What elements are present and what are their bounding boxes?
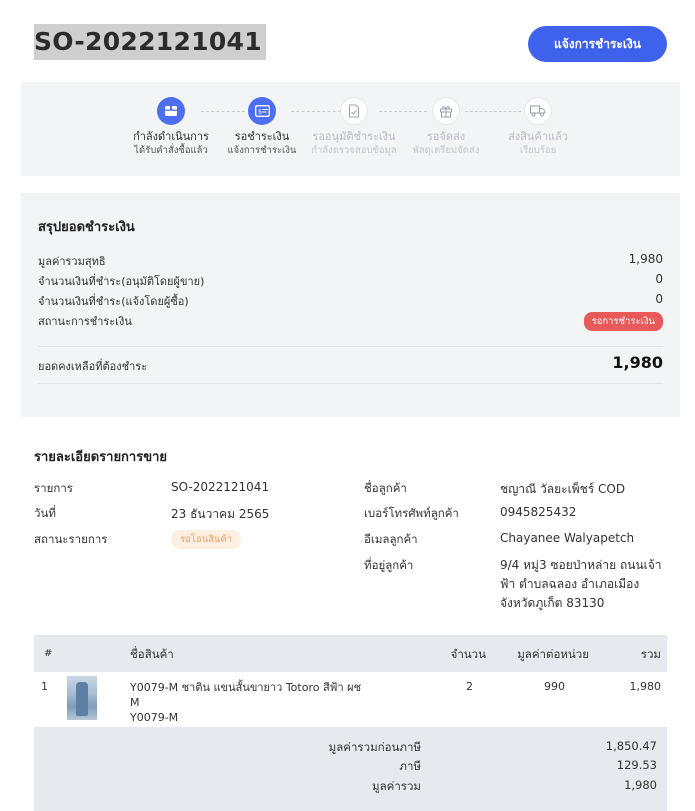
step-sublabel: เรียบร้อย [519,145,557,156]
row-index: 1 [41,680,48,693]
step-awaiting-shipment: รอจัดส่ง พัสดุเตรียมจัดส่ง [396,97,496,157]
col-total-header: รวม [640,647,661,661]
customer-name-label: ชื่อลูกค้า [364,481,407,495]
col-qty-header: จำนวน [450,647,486,661]
step-sublabel: พัสดุเตรียมจัดส่ง [412,145,480,156]
row-unit-price: 990 [544,680,565,693]
net-total-value: 1,980 [628,252,663,266]
paid-seller-label: จำนวนเงินที่ชำระ(อนุมัติโดยผู้ขาย) [38,275,205,288]
product-sku: Y0079-M [130,711,179,724]
step-label: กำลังดำเนินการ [133,130,209,143]
address-value: 9/4 หมู่3 ซอยป่าหล่าย ถนนเจ้าฟ้า ตำบลฉลอ… [500,558,662,610]
net-total-label: มูลค่ารวมสุทธิ [38,255,106,268]
col-index-header: # [44,648,53,659]
sale-details-title: รายละเอียดรายการขาย [34,450,168,465]
row-total: 1,980 [629,680,662,693]
subtotal-label: มูลค่ารวมก่อนภาษี [328,740,421,754]
step-label: รอชำระเงิน [234,130,290,143]
items-table-header: # ชื่อสินค้า จำนวน มูลค่าต่อหน่วย รวม [34,635,667,672]
payment-summary-panel: สรุปยอดชำระเงิน มูลค่ารวมสุทธิ 1,980 จำน… [21,193,680,417]
product-thumbnail[interactable] [67,676,97,720]
paid-seller-value: 0 [655,272,663,286]
document-check-icon [340,97,368,125]
grand-total-value: 1,980 [624,778,657,792]
totals-section: มูลค่ารวมก่อนภาษี 1,850.47 ภาษี 129.53 ม… [34,727,667,811]
balance-label: ยอดคงเหลือที่ต้องชำระ [38,360,148,373]
date-value: 23 ธันวาคม 2565 [171,507,270,521]
notify-payment-button[interactable]: แจ้งการชำระเงิน [528,26,667,62]
date-label: วันที่ [34,506,56,520]
summary-title: สรุปยอดชำระเงิน [38,220,135,235]
table-row: 1 Y0079-M ชาติน แขนสั้นขายาว Totoro สีฟ้… [34,672,667,727]
delivery-truck-icon [524,97,552,125]
email-value: Chayanee Walyapetch [500,531,635,545]
paid-buyer-row: จำนวนเงินที่ชำระ(แจ้งโดยผู้ซื้อ) 0 [38,289,663,309]
customer-name-value: ชญาณี วัลยะเพ็ชร์ COD [500,482,626,496]
payment-status-row: สถานะการชำระเงิน รอการชำระเงิน [38,309,663,331]
gift-box-icon [432,97,460,125]
step-awaiting-approval: รออนุมัติชำระเงิน กำลังตรวจสอบข้อมูล [304,97,404,157]
paid-seller-row: จำนวนเงินที่ชำระ(อนุมัติโดยผู้ขาย) 0 [38,269,663,289]
order-status-stepper: กำลังดำเนินการ ได้รับคำสั่งซื้อแล้ว $ รอ… [21,82,680,176]
order-number-title: SO-2022121041 [34,24,266,60]
order-status-label: สถานะรายการ [34,532,108,546]
step-shipped: ส่งสินค้าแล้ว เรียบร้อย [488,97,588,157]
subtotal-value: 1,850.47 [605,739,657,753]
item-label: รายการ [34,481,73,495]
divider [38,346,663,347]
tax-value: 129.53 [616,758,657,772]
step-sublabel: กำลังตรวจสอบข้อมูล [311,145,397,156]
email-label: อีเมลลูกค้า [364,532,418,546]
item-value: SO-2022121041 [171,480,270,494]
balance-value: 1,980 [612,353,663,372]
net-total-row: มูลค่ารวมสุทธิ 1,980 [38,249,663,269]
product-title: Y0079-M ชาติน แขนสั้นขายาว Totoro สีฟ้า … [130,681,362,709]
step-label: รอจัดส่ง [426,130,466,143]
product-name: Y0079-M ชาติน แขนสั้นขายาว Totoro สีฟ้า … [130,680,370,725]
order-status-badge: รอโอนสินค้า [171,530,242,549]
divider [38,383,663,384]
row-qty: 2 [466,680,473,693]
step-awaiting-payment: $ รอชำระเงิน แจ้งการชำระเงิน [212,97,312,157]
payment-card-icon: $ [248,97,276,125]
step-label: ส่งสินค้าแล้ว [508,130,568,143]
tax-label: ภาษี [399,759,421,773]
paid-buyer-value: 0 [655,292,663,306]
address-label: ที่อยู่ลูกค้า [364,558,414,572]
col-product-header: ชื่อสินค้า [130,647,174,661]
step-sublabel: แจ้งการชำระเงิน [227,145,297,156]
payment-status-label: สถานะการชำระเงิน [38,315,132,328]
step-processing: กำลังดำเนินการ ได้รับคำสั่งซื้อแล้ว [121,97,221,157]
col-unit-price-header: มูลค่าต่อหน่วย [517,647,589,661]
box-icon [157,97,185,125]
grand-total-label: มูลค่ารวม [372,779,421,793]
svg-text:$: $ [258,108,262,116]
phone-value: 0945825432 [500,505,577,519]
payment-status-badge: รอการชำระเงิน [583,312,663,331]
step-sublabel: ได้รับคำสั่งซื้อแล้ว [134,145,208,156]
paid-buyer-label: จำนวนเงินที่ชำระ(แจ้งโดยผู้ซื้อ) [38,295,189,308]
phone-label: เบอร์โทรศัพท์ลูกค้า [364,506,459,520]
step-label: รออนุมัติชำระเงิน [312,130,396,143]
